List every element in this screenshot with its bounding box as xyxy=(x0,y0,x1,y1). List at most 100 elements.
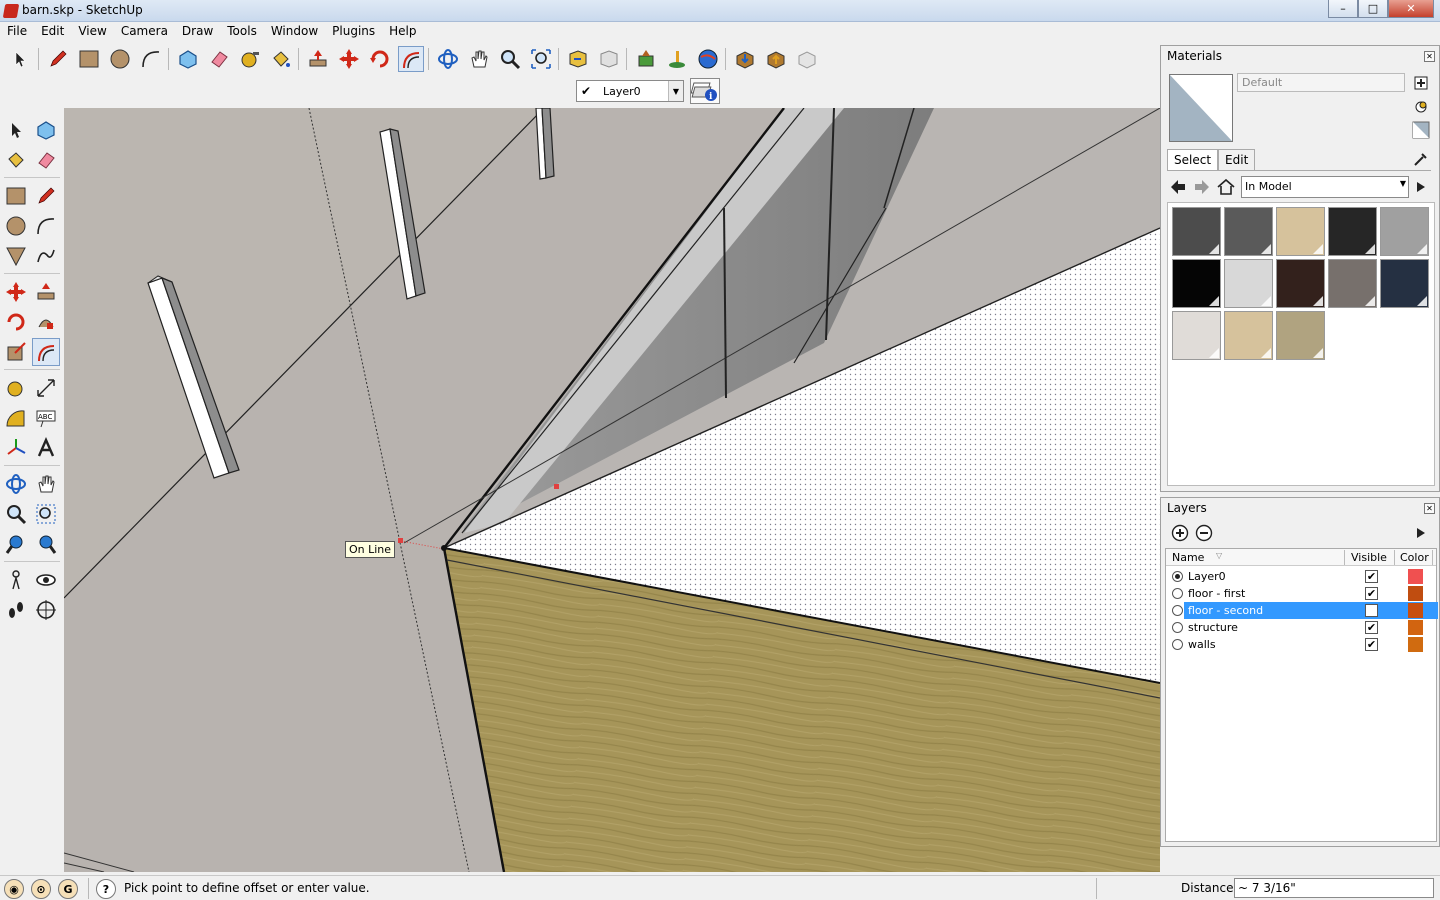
select-tool-icon[interactable] xyxy=(7,46,33,72)
toggle-terrain-icon[interactable] xyxy=(664,46,690,72)
layer-row[interactable]: floor - first ✔ xyxy=(1166,585,1436,602)
previous-view-icon[interactable] xyxy=(565,46,591,72)
details-arrow-icon[interactable] xyxy=(1413,524,1431,542)
material-swatch[interactable] xyxy=(1380,259,1429,308)
menu-help[interactable]: Help xyxy=(382,22,423,42)
tape-measure-icon[interactable] xyxy=(237,46,263,72)
rectangle-tool-icon[interactable] xyxy=(76,46,102,72)
layer-color-swatch[interactable] xyxy=(1408,637,1423,652)
push-pull-icon[interactable] xyxy=(32,278,60,306)
position-camera-icon[interactable] xyxy=(2,566,30,594)
move-tool-icon[interactable] xyxy=(2,278,30,306)
rotate-tool-icon[interactable] xyxy=(2,308,30,336)
material-swatch[interactable] xyxy=(1276,207,1325,256)
menu-plugins[interactable]: Plugins xyxy=(325,22,382,42)
pan-tool-icon[interactable] xyxy=(466,46,492,72)
push-pull-icon[interactable] xyxy=(305,46,331,72)
section-plane-icon[interactable] xyxy=(32,596,60,624)
zoom-extents-icon[interactable] xyxy=(32,530,60,558)
close-icon[interactable]: ✕ xyxy=(1424,503,1435,514)
material-preview[interactable] xyxy=(1169,74,1233,142)
previous-zoom-icon[interactable] xyxy=(2,530,30,558)
active-layer-radio[interactable] xyxy=(1172,639,1183,650)
layer-color-swatch[interactable] xyxy=(1408,603,1423,618)
instructor-help-icon[interactable]: ? xyxy=(96,879,116,899)
menu-edit[interactable]: Edit xyxy=(34,22,71,42)
rectangle-tool-icon[interactable] xyxy=(2,182,30,210)
material-swatch[interactable] xyxy=(1328,259,1377,308)
material-swatch[interactable] xyxy=(1224,207,1273,256)
select-tool-icon[interactable] xyxy=(2,116,30,144)
layer-row[interactable]: walls ✔ xyxy=(1166,636,1436,653)
text-tool-icon[interactable]: ABC xyxy=(32,404,60,432)
chevron-down-icon[interactable]: ▼ xyxy=(668,81,683,101)
follow-me-icon[interactable] xyxy=(32,308,60,336)
3d-text-icon[interactable] xyxy=(32,434,60,462)
material-swatch[interactable] xyxy=(1380,207,1429,256)
layer-name[interactable]: floor - second xyxy=(1186,604,1266,617)
tape-measure-icon[interactable] xyxy=(2,374,30,402)
visible-checkbox[interactable]: ✔ xyxy=(1365,621,1378,634)
layer-color-swatch[interactable] xyxy=(1408,586,1423,601)
visible-checkbox[interactable] xyxy=(1365,604,1378,617)
paint-bucket-icon[interactable] xyxy=(268,46,294,72)
make-component-icon[interactable] xyxy=(175,46,201,72)
arc-tool-icon[interactable] xyxy=(32,212,60,240)
eraser-tool-icon[interactable] xyxy=(206,46,232,72)
pan-tool-icon[interactable] xyxy=(32,470,60,498)
delete-layer-icon[interactable] xyxy=(1195,524,1213,542)
model-viewport[interactable]: On Line xyxy=(64,108,1160,872)
zoom-tool-icon[interactable] xyxy=(497,46,523,72)
create-material-icon[interactable] xyxy=(1411,73,1431,93)
material-swatch[interactable] xyxy=(1224,311,1273,360)
polygon-tool-icon[interactable] xyxy=(2,242,30,270)
eyedropper-icon[interactable] xyxy=(1411,149,1431,169)
details-arrow-icon[interactable] xyxy=(1413,178,1431,196)
layer-name[interactable]: Layer0 xyxy=(1186,570,1228,583)
next-view-icon[interactable] xyxy=(596,46,622,72)
active-layer-radio[interactable] xyxy=(1172,588,1183,599)
visible-checkbox[interactable]: ✔ xyxy=(1365,587,1378,600)
line-tool-icon[interactable] xyxy=(32,182,60,210)
axes-tool-icon[interactable] xyxy=(2,434,30,462)
layer-color-swatch[interactable] xyxy=(1408,569,1423,584)
column-color[interactable]: Color xyxy=(1400,551,1429,564)
layer-name[interactable]: floor - first xyxy=(1186,587,1247,600)
back-arrow-icon[interactable] xyxy=(1169,178,1187,196)
get-models-icon[interactable] xyxy=(732,46,758,72)
active-layer-radio[interactable] xyxy=(1172,605,1183,616)
freehand-tool-icon[interactable] xyxy=(32,242,60,270)
google-earth-icon[interactable] xyxy=(695,46,721,72)
add-layer-icon[interactable] xyxy=(1171,524,1189,542)
sample-material-icon[interactable] xyxy=(1411,120,1431,140)
layer-name[interactable]: structure xyxy=(1186,621,1240,634)
layer-manager-icon[interactable]: i xyxy=(690,78,720,104)
active-layer-radio[interactable] xyxy=(1172,571,1183,582)
column-name[interactable]: Name xyxy=(1172,551,1204,564)
material-swatch[interactable] xyxy=(1328,207,1377,256)
add-location-icon[interactable] xyxy=(633,46,659,72)
orbit-tool-icon[interactable] xyxy=(435,46,461,72)
material-swatch[interactable] xyxy=(1224,259,1273,308)
paint-bucket-icon[interactable] xyxy=(2,146,30,174)
menu-draw[interactable]: Draw xyxy=(175,22,220,42)
offset-tool-icon[interactable] xyxy=(398,46,424,72)
layer-row[interactable]: floor - second xyxy=(1166,602,1438,619)
minimize-button[interactable]: – xyxy=(1328,0,1358,18)
material-swatch[interactable] xyxy=(1172,259,1221,308)
menu-camera[interactable]: Camera xyxy=(114,22,175,42)
dimension-tool-icon[interactable] xyxy=(32,374,60,402)
close-button[interactable]: ✕ xyxy=(1388,0,1434,18)
active-layer-radio[interactable] xyxy=(1172,622,1183,633)
menu-view[interactable]: View xyxy=(71,22,113,42)
rotate-tool-icon[interactable] xyxy=(367,46,393,72)
scale-tool-icon[interactable] xyxy=(2,338,30,366)
layer-color-swatch[interactable] xyxy=(1408,620,1423,635)
column-visible[interactable]: Visible xyxy=(1351,551,1387,564)
material-swatch[interactable] xyxy=(1172,311,1221,360)
layer-name[interactable]: walls xyxy=(1186,638,1218,651)
arc-tool-icon[interactable] xyxy=(138,46,164,72)
geo-location-icon[interactable]: ◉ xyxy=(4,879,24,899)
credits-icon[interactable]: ⊙ xyxy=(31,879,51,899)
collection-dropdown[interactable]: In Model ▼ xyxy=(1241,176,1409,198)
